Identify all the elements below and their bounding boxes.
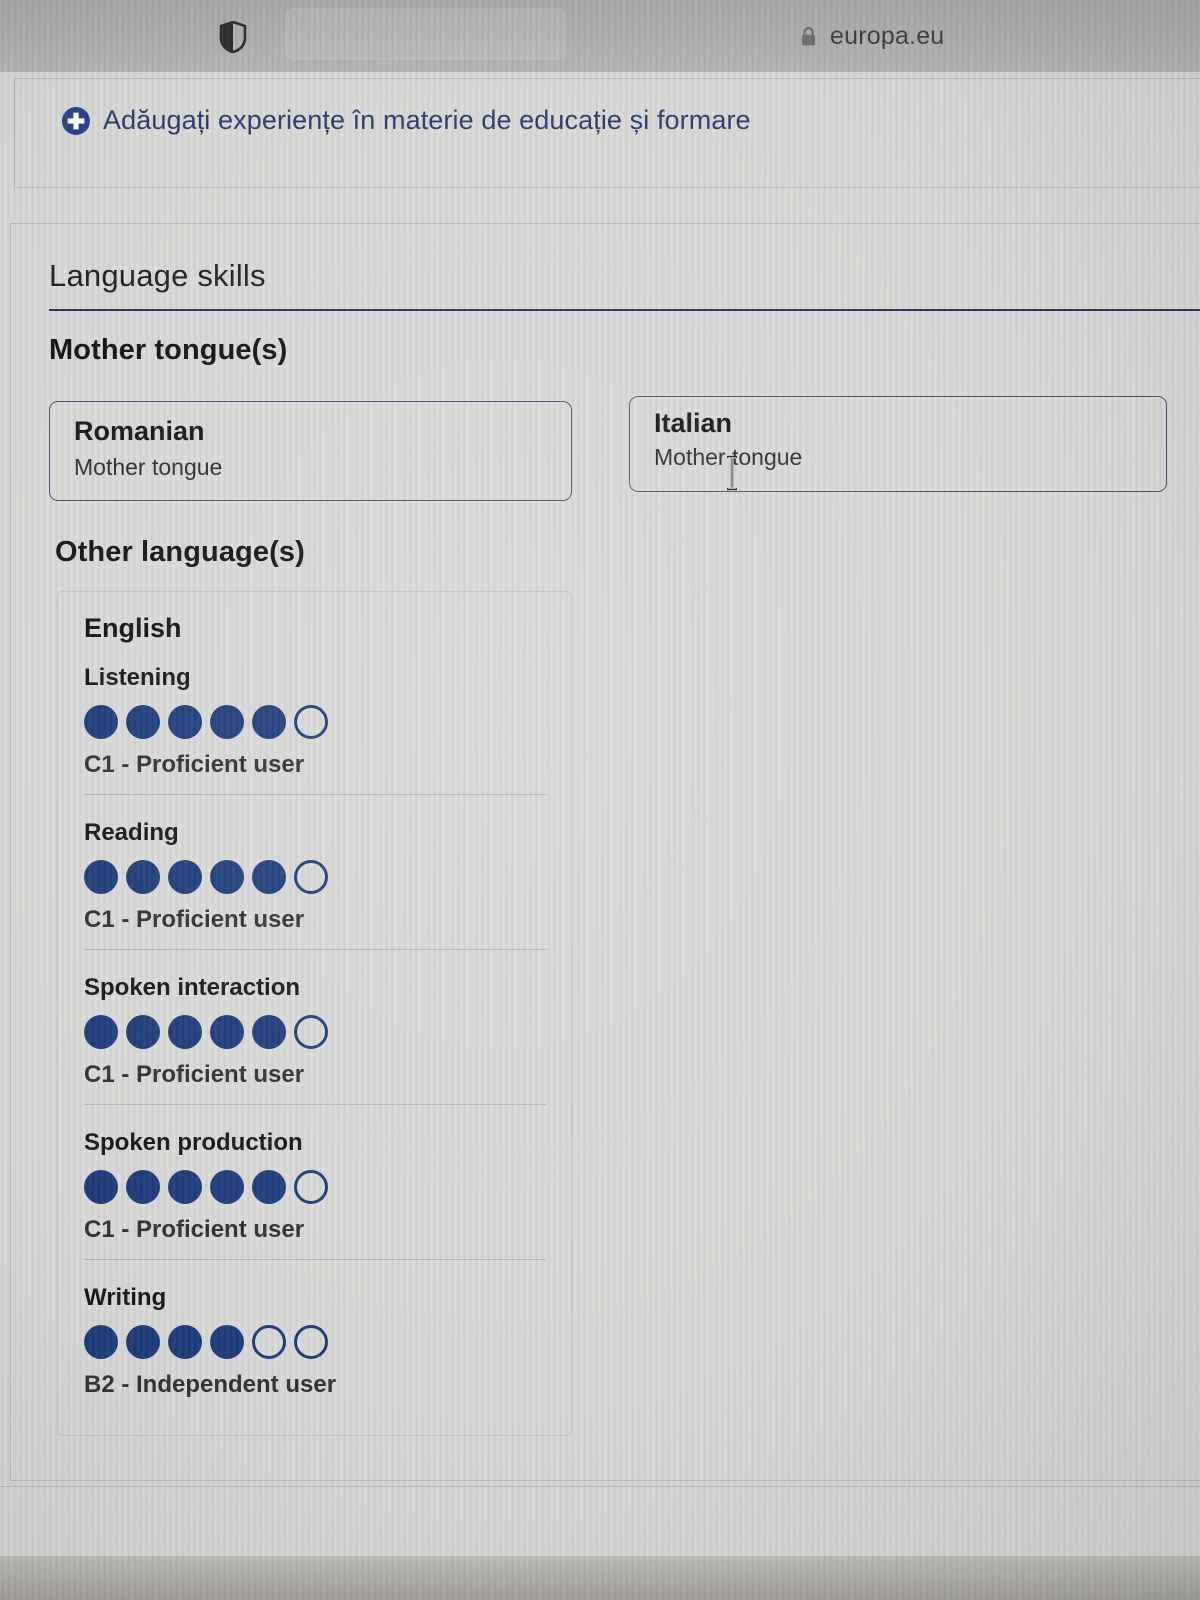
level-dot-filled[interactable] xyxy=(252,1170,286,1204)
level-dot-filled[interactable] xyxy=(84,705,118,739)
add-experience-label: Adăugați experiențe în materie de educaț… xyxy=(103,105,751,135)
mother-tongue-heading: Mother tongue(s) xyxy=(49,334,288,366)
other-language-card-english[interactable]: English Listening C1 - Proficient user Rea… xyxy=(57,591,572,1436)
level-dot-filled[interactable] xyxy=(168,705,202,739)
skill-label: Reading xyxy=(84,819,179,846)
text-cursor xyxy=(725,455,739,491)
level-dot-empty[interactable] xyxy=(294,1015,328,1049)
page-bottom-divider xyxy=(0,1486,1200,1487)
other-languages-heading: Other language(s) xyxy=(55,536,305,568)
level-dot-filled[interactable] xyxy=(84,1015,118,1049)
add-experience-panel: Adăugați experiențe în materie de educaț… xyxy=(14,78,1200,188)
skill-block-reading: Reading C1 - Proficient user xyxy=(84,819,546,934)
skill-label: Spoken interaction xyxy=(84,974,301,1001)
skill-level-dots[interactable] xyxy=(84,1170,546,1204)
level-dot-filled[interactable] xyxy=(84,1325,118,1359)
skill-divider xyxy=(84,1104,546,1105)
level-dot-filled[interactable] xyxy=(126,860,160,894)
skill-block-spoken-interaction: Spoken interaction C1 - Proficient user xyxy=(84,974,546,1089)
level-dot-filled[interactable] xyxy=(126,1325,160,1359)
skill-label: Spoken production xyxy=(84,1129,303,1156)
page-title: Language skills xyxy=(49,258,266,293)
plus-circle-icon xyxy=(61,106,91,136)
skill-level-text: C1 - Proficient user xyxy=(84,1061,305,1088)
browser-toolbar: europa.eu xyxy=(0,0,1200,72)
level-dot-filled[interactable] xyxy=(210,705,244,739)
mother-tongue-name: Italian xyxy=(654,408,733,438)
level-dot-filled[interactable] xyxy=(126,1170,160,1204)
language-skills-panel: Language skills Mother tongue(s) Romania… xyxy=(10,223,1200,1481)
reader-pill[interactable] xyxy=(285,8,567,60)
skill-divider xyxy=(84,949,546,950)
address-bar[interactable]: europa.eu xyxy=(800,18,944,54)
level-dot-filled[interactable] xyxy=(168,1325,202,1359)
lock-icon xyxy=(800,26,817,47)
url-text: europa.eu xyxy=(830,21,945,50)
level-dot-filled[interactable] xyxy=(168,1015,202,1049)
level-dot-empty[interactable] xyxy=(252,1325,286,1359)
level-dot-filled[interactable] xyxy=(84,860,118,894)
skill-level-dots[interactable] xyxy=(84,860,546,894)
desk-shadow xyxy=(0,1556,1200,1600)
other-language-name: English xyxy=(84,613,182,643)
skill-level-dots[interactable] xyxy=(84,1325,546,1359)
skill-level-dots[interactable] xyxy=(84,1015,546,1049)
level-dot-filled[interactable] xyxy=(252,1015,286,1049)
skill-level-text: C1 - Proficient user xyxy=(84,751,305,778)
shield-icon[interactable] xyxy=(219,20,247,54)
skill-label: Listening xyxy=(84,664,191,691)
mother-tongue-card-italian[interactable]: Italian Mother tongue xyxy=(629,396,1167,492)
level-dot-filled[interactable] xyxy=(84,1170,118,1204)
level-dot-empty[interactable] xyxy=(294,1325,328,1359)
skill-block-spoken-production: Spoken production C1 - Proficient user xyxy=(84,1129,546,1244)
level-dot-filled[interactable] xyxy=(126,705,160,739)
skill-block-listening: Listening C1 - Proficient user xyxy=(84,664,546,779)
level-dot-filled[interactable] xyxy=(168,1170,202,1204)
level-dot-filled[interactable] xyxy=(252,705,286,739)
skill-label: Writing xyxy=(84,1284,167,1311)
mother-tongue-subtitle: Mother tongue xyxy=(74,454,223,480)
level-dot-filled[interactable] xyxy=(210,1015,244,1049)
skill-level-text: B2 - Independent user xyxy=(84,1371,337,1398)
level-dot-filled[interactable] xyxy=(210,1170,244,1204)
skill-block-writing: Writing B2 - Independent user xyxy=(84,1284,546,1399)
skill-level-dots[interactable] xyxy=(84,705,546,739)
add-education-training-button[interactable]: Adăugați experiențe în materie de educaț… xyxy=(61,105,751,136)
skill-divider xyxy=(84,794,546,795)
level-dot-filled[interactable] xyxy=(168,860,202,894)
skill-level-text: C1 - Proficient user xyxy=(84,906,305,933)
title-divider xyxy=(49,309,1200,311)
mother-tongue-name: Romanian xyxy=(74,416,205,446)
level-dot-empty[interactable] xyxy=(294,705,328,739)
mother-tongue-card-romanian[interactable]: Romanian Mother tongue xyxy=(49,401,572,501)
skill-divider xyxy=(84,1259,546,1260)
level-dot-filled[interactable] xyxy=(252,860,286,894)
level-dot-filled[interactable] xyxy=(210,1325,244,1359)
level-dot-filled[interactable] xyxy=(210,860,244,894)
level-dot-empty[interactable] xyxy=(294,1170,328,1204)
level-dot-empty[interactable] xyxy=(294,860,328,894)
skill-level-text: C1 - Proficient user xyxy=(84,1216,305,1243)
level-dot-filled[interactable] xyxy=(126,1015,160,1049)
